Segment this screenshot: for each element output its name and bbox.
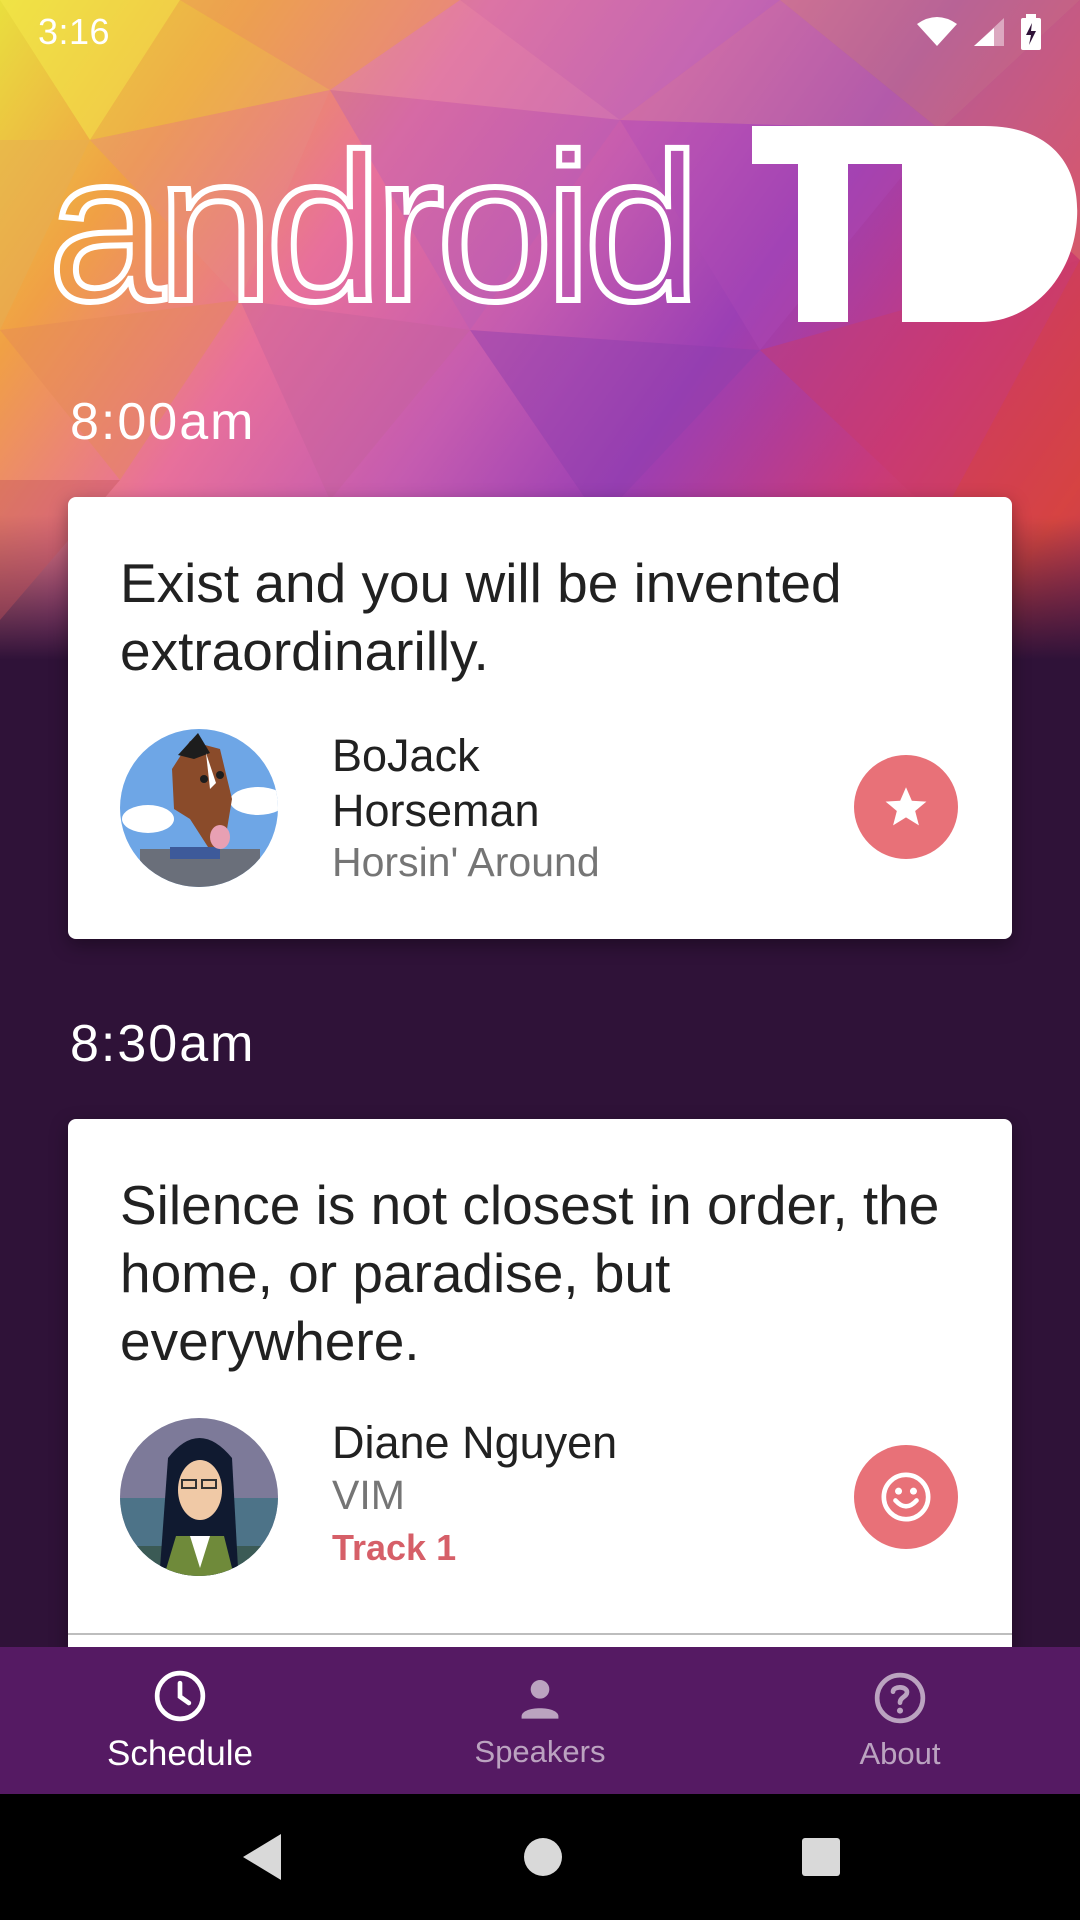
back-icon[interactable]	[239, 1832, 285, 1882]
star-icon	[885, 787, 927, 826]
bottom-navigation: Schedule Speakers About	[0, 1647, 1080, 1794]
speaker-name: Diane Nguyen	[332, 1417, 618, 1468]
logo-wordmark: android	[45, 110, 704, 345]
app-logo: android	[45, 110, 1078, 345]
nav-schedule-label: Schedule	[107, 1733, 253, 1773]
speaker-company: VIM	[332, 1472, 405, 1518]
status-time: 3:16	[38, 11, 111, 52]
speaker-company: Horsin' Around	[332, 839, 600, 885]
reaction-button[interactable]	[854, 1445, 958, 1549]
speaker-name: BoJack Horseman	[332, 730, 540, 836]
card-divider	[68, 1633, 1012, 1635]
recents-icon[interactable]	[801, 1837, 841, 1877]
speaker-avatar[interactable]	[120, 1418, 278, 1576]
status-bar: 3:16	[0, 0, 1080, 64]
nav-speakers[interactable]: Speakers	[360, 1647, 720, 1794]
session-card[interactable]: Exist and you will be invented extraordi…	[68, 497, 1012, 939]
time-slot-label: 8:30am	[70, 1015, 256, 1073]
favorite-button[interactable]	[854, 755, 958, 859]
app-screen: { "status_bar": { "time": "3:16" }, "hea…	[0, 0, 1080, 1920]
speaker-avatar[interactable]	[120, 729, 278, 887]
clock-icon	[154, 1670, 206, 1721]
system-navigation-bar	[0, 1794, 1080, 1920]
status-icons	[916, 14, 1042, 50]
person-icon	[521, 1679, 559, 1719]
home-icon[interactable]	[523, 1837, 563, 1877]
session-title: Exist and you will be invented extraordi…	[120, 552, 842, 682]
battery-icon	[1021, 14, 1041, 50]
smiley-icon	[881, 1472, 931, 1522]
signal-icon	[974, 18, 1004, 46]
help-circle-icon	[874, 1672, 926, 1723]
nav-about-label: About	[859, 1735, 941, 1771]
nav-about[interactable]: About	[720, 1647, 1080, 1794]
wifi-icon	[917, 17, 957, 46]
session-card[interactable]: Silence is not closest in order, the hom…	[68, 1119, 1012, 1679]
session-title: Silence is not closest in order, the hom…	[120, 1174, 940, 1372]
logo-to-mark	[752, 126, 1078, 322]
track-label: Track 1	[332, 1527, 457, 1568]
time-slot-label: 8:00am	[70, 393, 256, 451]
nav-schedule[interactable]: Schedule	[0, 1647, 360, 1794]
nav-speakers-label: Speakers	[474, 1733, 606, 1769]
